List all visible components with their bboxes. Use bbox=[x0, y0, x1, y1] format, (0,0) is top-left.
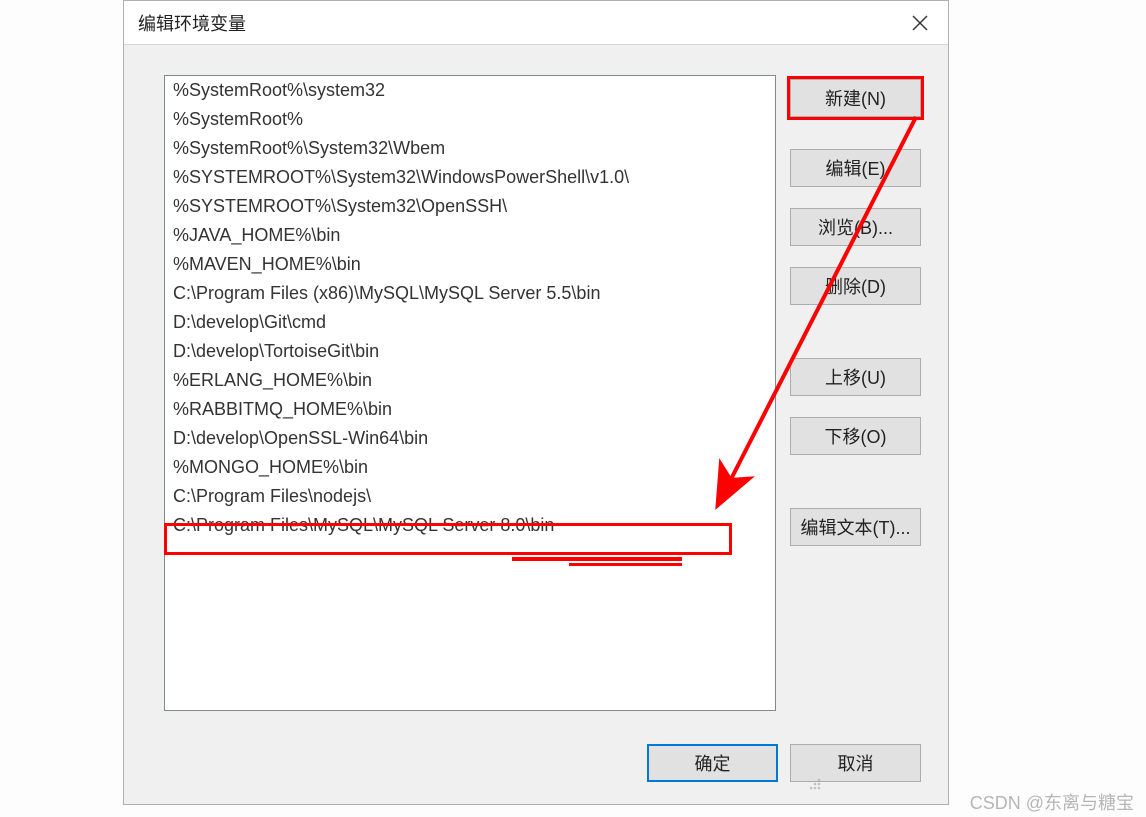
list-item[interactable]: D:\develop\OpenSSL-Win64\bin bbox=[165, 424, 775, 453]
new-button[interactable]: 新建(N) bbox=[790, 79, 921, 117]
list-item[interactable]: %MONGO_HOME%\bin bbox=[165, 453, 775, 482]
moveup-button[interactable]: 上移(U) bbox=[790, 358, 921, 396]
edittext-button[interactable]: 编辑文本(T)... bbox=[790, 508, 921, 546]
window-title: 编辑环境变量 bbox=[138, 10, 246, 36]
list-item[interactable]: %ERLANG_HOME%\bin bbox=[165, 366, 775, 395]
resize-grip-icon[interactable] bbox=[805, 774, 823, 792]
list-item[interactable]: C:\Program Files (x86)\MySQL\MySQL Serve… bbox=[165, 279, 775, 308]
watermark-text: CSDN @东离与糖宝 bbox=[970, 789, 1134, 815]
titlebar: 编辑环境变量 bbox=[124, 1, 948, 45]
edit-button[interactable]: 编辑(E) bbox=[790, 149, 921, 187]
list-item[interactable]: %SYSTEMROOT%\System32\OpenSSH\ bbox=[165, 192, 775, 221]
list-item[interactable]: %SystemRoot% bbox=[165, 105, 775, 134]
list-item[interactable]: %MAVEN_HOME%\bin bbox=[165, 250, 775, 279]
env-edit-dialog: 编辑环境变量 %SystemRoot%\system32 %SystemRoot… bbox=[123, 0, 949, 805]
close-icon[interactable] bbox=[892, 1, 948, 45]
list-item[interactable]: %SystemRoot%\System32\Wbem bbox=[165, 134, 775, 163]
list-item[interactable]: %SYSTEMROOT%\System32\WindowsPowerShell\… bbox=[165, 163, 775, 192]
list-item[interactable]: C:\Program Files\MySQL\MySQL Server 8.0\… bbox=[165, 511, 775, 540]
list-item[interactable]: D:\develop\Git\cmd bbox=[165, 308, 775, 337]
list-item[interactable]: D:\develop\TortoiseGit\bin bbox=[165, 337, 775, 366]
ok-button[interactable]: 确定 bbox=[647, 744, 778, 782]
delete-button[interactable]: 删除(D) bbox=[790, 267, 921, 305]
list-item[interactable]: %JAVA_HOME%\bin bbox=[165, 221, 775, 250]
list-item[interactable]: %RABBITMQ_HOME%\bin bbox=[165, 395, 775, 424]
movedown-button[interactable]: 下移(O) bbox=[790, 417, 921, 455]
list-item[interactable]: %SystemRoot%\system32 bbox=[165, 76, 775, 105]
list-item[interactable]: C:\Program Files\nodejs\ bbox=[165, 482, 775, 511]
browse-button[interactable]: 浏览(B)... bbox=[790, 208, 921, 246]
path-list[interactable]: %SystemRoot%\system32 %SystemRoot% %Syst… bbox=[164, 75, 776, 711]
